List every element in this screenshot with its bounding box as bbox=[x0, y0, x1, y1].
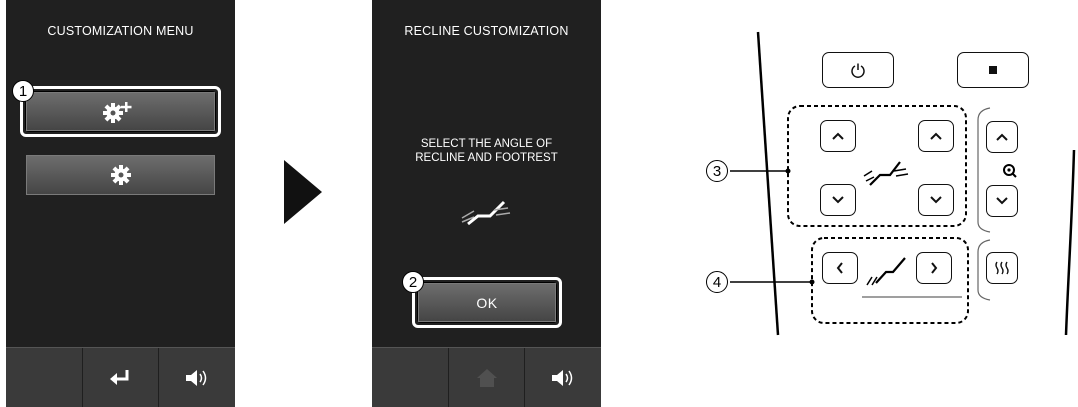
power-button[interactable] bbox=[822, 52, 894, 88]
bottom-bar-empty-cell bbox=[6, 348, 83, 407]
footrest-icon bbox=[866, 257, 906, 286]
zoom-icon bbox=[1003, 164, 1017, 178]
chevron-up-icon bbox=[930, 132, 942, 140]
customization-menu-screen: CUSTOMIZATION MENU 1 bbox=[6, 0, 235, 407]
chevron-right-icon bbox=[931, 262, 938, 274]
gear-plus-icon bbox=[102, 101, 131, 123]
gear-icon bbox=[110, 165, 131, 185]
return-icon bbox=[109, 369, 128, 385]
chevron-up-icon bbox=[996, 133, 1008, 141]
message-line-1: SELECT THE ANGLE OF bbox=[420, 138, 553, 150]
stop-button[interactable] bbox=[957, 52, 1029, 88]
massage-icon bbox=[995, 261, 1009, 275]
volume-button[interactable] bbox=[159, 348, 235, 407]
footrest-right-button[interactable] bbox=[916, 252, 952, 284]
instruction-message: SELECT THE ANGLE OF RECLINE AND FOOTREST bbox=[372, 137, 601, 165]
chevron-down-icon bbox=[832, 196, 844, 204]
screen1-bottom-bar bbox=[6, 347, 235, 407]
recline-seat-icon bbox=[461, 200, 511, 226]
recline-down-button[interactable] bbox=[820, 184, 856, 216]
chevron-down-icon bbox=[930, 196, 942, 204]
remote-control-diagram: 3 4 bbox=[700, 0, 1078, 407]
ok-button[interactable]: OK bbox=[418, 283, 556, 322]
recline-icon bbox=[863, 161, 909, 186]
bottom-bar-empty-cell bbox=[372, 348, 449, 407]
stop-icon bbox=[989, 66, 997, 74]
home-icon bbox=[476, 368, 497, 387]
settings-button[interactable] bbox=[26, 155, 215, 195]
screen-title: RECLINE CUSTOMIZATION bbox=[404, 24, 569, 38]
return-button[interactable] bbox=[83, 348, 160, 407]
zoom-down-button[interactable] bbox=[986, 185, 1018, 217]
recline-down-button-2[interactable] bbox=[918, 184, 954, 216]
ok-label: OK bbox=[476, 294, 498, 311]
recline-up-button[interactable] bbox=[820, 120, 856, 152]
screen2-bottom-bar bbox=[372, 347, 601, 407]
massage-button[interactable] bbox=[986, 252, 1018, 284]
add-customization-button[interactable] bbox=[26, 92, 215, 131]
power-icon bbox=[851, 63, 865, 78]
step-marker-2: 2 bbox=[402, 271, 424, 293]
message-line-2: RECLINE AND FOOTREST bbox=[415, 152, 558, 164]
home-button bbox=[449, 348, 526, 407]
chevron-left-icon bbox=[836, 262, 843, 274]
chevron-up-icon bbox=[832, 132, 844, 140]
chevron-down-icon bbox=[996, 197, 1008, 205]
footrest-left-button[interactable] bbox=[822, 252, 858, 284]
right-triangle-arrow-icon bbox=[284, 160, 322, 224]
recline-customization-screen: RECLINE CUSTOMIZATION SELECT THE ANGLE O… bbox=[372, 0, 601, 407]
recline-up-button-2[interactable] bbox=[918, 120, 954, 152]
callout-4: 4 bbox=[706, 271, 728, 293]
zoom-up-button[interactable] bbox=[986, 121, 1018, 153]
callout-3: 3 bbox=[706, 160, 728, 182]
step-marker-1: 1 bbox=[12, 80, 34, 102]
volume-icon bbox=[552, 369, 573, 386]
volume-button[interactable] bbox=[525, 348, 601, 407]
volume-icon bbox=[186, 369, 207, 386]
screen-title: CUSTOMIZATION MENU bbox=[47, 24, 194, 38]
